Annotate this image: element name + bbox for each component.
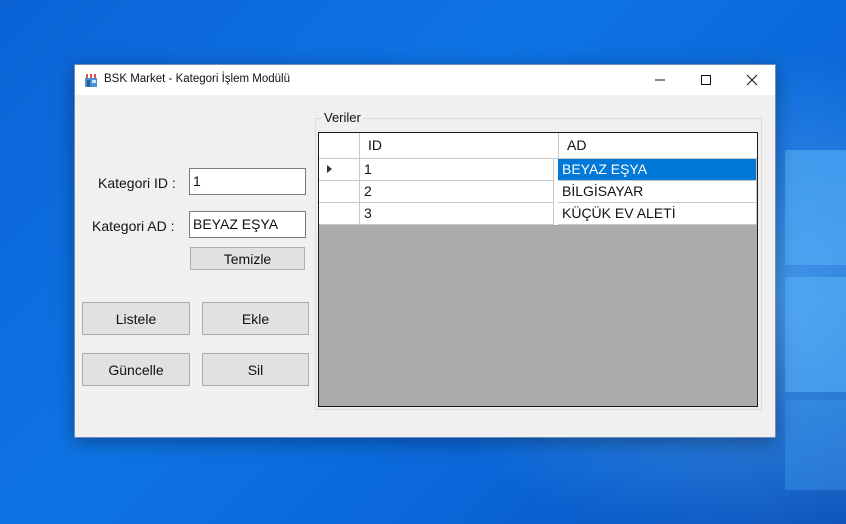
close-icon xyxy=(746,74,758,86)
window-title: BSK Market - Kategori İşlem Modülü xyxy=(104,73,290,85)
row-header-corner[interactable] xyxy=(319,133,360,159)
row-header[interactable] xyxy=(319,181,360,203)
minimize-button[interactable] xyxy=(637,65,683,95)
cell-id[interactable]: 3 xyxy=(360,203,554,225)
clear-button[interactable]: Temizle xyxy=(190,247,305,270)
category-id-label: Kategori ID : xyxy=(98,175,176,191)
table-row[interactable]: 1 BEYAZ EŞYA xyxy=(319,159,757,181)
category-name-label: Kategori AD : xyxy=(92,218,175,234)
windows-logo-pane xyxy=(785,277,846,392)
delete-button[interactable]: Sil xyxy=(202,353,309,386)
column-header-id[interactable]: ID xyxy=(360,133,559,159)
table-row[interactable]: 2 BİLGİSAYAR xyxy=(319,181,757,203)
maximize-button[interactable] xyxy=(683,65,729,95)
data-grid[interactable]: ID AD 1 BEYAZ EŞYA 2 BİLGİSAYAR 3 KÜÇÜK … xyxy=(318,132,758,407)
groupbox-title: Veriler xyxy=(322,110,363,125)
cell-ad[interactable]: KÜÇÜK EV ALETİ xyxy=(558,203,757,225)
table-row[interactable]: 3 KÜÇÜK EV ALETİ xyxy=(319,203,757,225)
add-button[interactable]: Ekle xyxy=(202,302,309,335)
cell-id[interactable]: 1 xyxy=(360,159,554,181)
row-header[interactable] xyxy=(319,159,360,181)
app-window: BSK Market - Kategori İşlem Modülü Kateg… xyxy=(74,64,776,438)
column-header-ad[interactable]: AD xyxy=(559,133,757,159)
current-row-arrow-icon xyxy=(327,165,332,173)
minimize-icon xyxy=(655,79,665,81)
cell-ad[interactable]: BEYAZ EŞYA xyxy=(558,159,757,181)
update-button[interactable]: Güncelle xyxy=(82,353,190,386)
grid-header: ID AD xyxy=(319,133,757,159)
windows-logo-pane xyxy=(785,400,846,490)
store-icon xyxy=(84,74,98,87)
cell-id[interactable]: 2 xyxy=(360,181,554,203)
windows-logo-pane xyxy=(785,150,846,265)
title-bar[interactable]: BSK Market - Kategori İşlem Modülü xyxy=(75,65,775,95)
list-button[interactable]: Listele xyxy=(82,302,190,335)
category-id-input[interactable]: 1 xyxy=(189,168,306,195)
row-header[interactable] xyxy=(319,203,360,225)
close-button[interactable] xyxy=(729,65,775,95)
maximize-icon xyxy=(701,75,711,85)
category-name-input[interactable]: BEYAZ EŞYA xyxy=(189,211,306,238)
cell-ad[interactable]: BİLGİSAYAR xyxy=(558,181,757,203)
